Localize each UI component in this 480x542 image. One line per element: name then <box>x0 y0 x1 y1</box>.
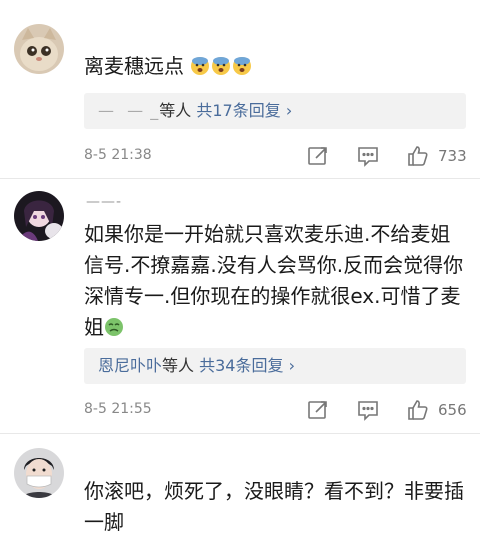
comment-time: 8-5 21:55 <box>84 401 152 417</box>
comment-text: 你滚吧，烦死了，没眼睛？看不到？非要插一脚 <box>84 479 464 534</box>
comment-time: 8-5 21:38 <box>84 147 152 163</box>
comment-icon[interactable] <box>356 398 380 422</box>
comment-meta: 8-5 21:38 733 <box>84 142 468 170</box>
like-count: 733 <box>438 147 467 165</box>
like-icon[interactable] <box>406 398 430 422</box>
reply-count-link[interactable]: 共34条回复 › <box>199 356 295 375</box>
share-icon[interactable] <box>306 398 330 422</box>
person-avatar-image <box>14 448 64 498</box>
comment-item: 你滚吧，烦死了，没眼睛？看不到？非要插一脚 <box>0 434 480 542</box>
cat-avatar-image <box>14 24 64 74</box>
comment-text: 如果你是一开始就只喜欢麦乐迪.不给麦姐信号.不撩嘉嘉.没有人会骂你.反而会觉得你… <box>84 222 464 339</box>
nauseated-face-icon <box>104 315 125 339</box>
comment-item: 离麦穗远点 — — _等人 共17条回复 › 8-5 21:38 733 <box>0 0 480 178</box>
reply-count-link[interactable]: 共17条回复 › <box>196 101 292 120</box>
anime-avatar-image <box>14 191 64 241</box>
comment-meta: 8-5 21:55 656 <box>84 396 468 424</box>
like-icon[interactable] <box>406 144 430 168</box>
username[interactable]: ——- <box>86 194 122 210</box>
reply-summary[interactable]: — — _等人 共17条回复 › <box>84 93 466 129</box>
reply-usernames[interactable]: 恩尼卟卟 <box>98 356 162 375</box>
comment-text: 离麦穗远点 <box>84 51 468 82</box>
reply-suffix: 等人 <box>159 101 192 120</box>
fearful-face-icon <box>184 54 253 78</box>
comment-item: ——- 如果你是一开始就只喜欢麦乐迪.不给麦姐信号.不撩嘉嘉.没有人会骂你.反而… <box>0 179 480 433</box>
reply-summary[interactable]: 恩尼卟卟等人 共34条回复 › <box>84 348 466 384</box>
user-avatar[interactable] <box>14 24 64 74</box>
reply-usernames[interactable]: — — _ <box>98 101 159 120</box>
user-avatar[interactable] <box>14 191 64 241</box>
user-avatar[interactable] <box>14 448 64 498</box>
like-count: 656 <box>438 401 467 419</box>
reply-suffix: 等人 <box>162 356 195 375</box>
comment-icon[interactable] <box>356 144 380 168</box>
share-icon[interactable] <box>306 144 330 168</box>
